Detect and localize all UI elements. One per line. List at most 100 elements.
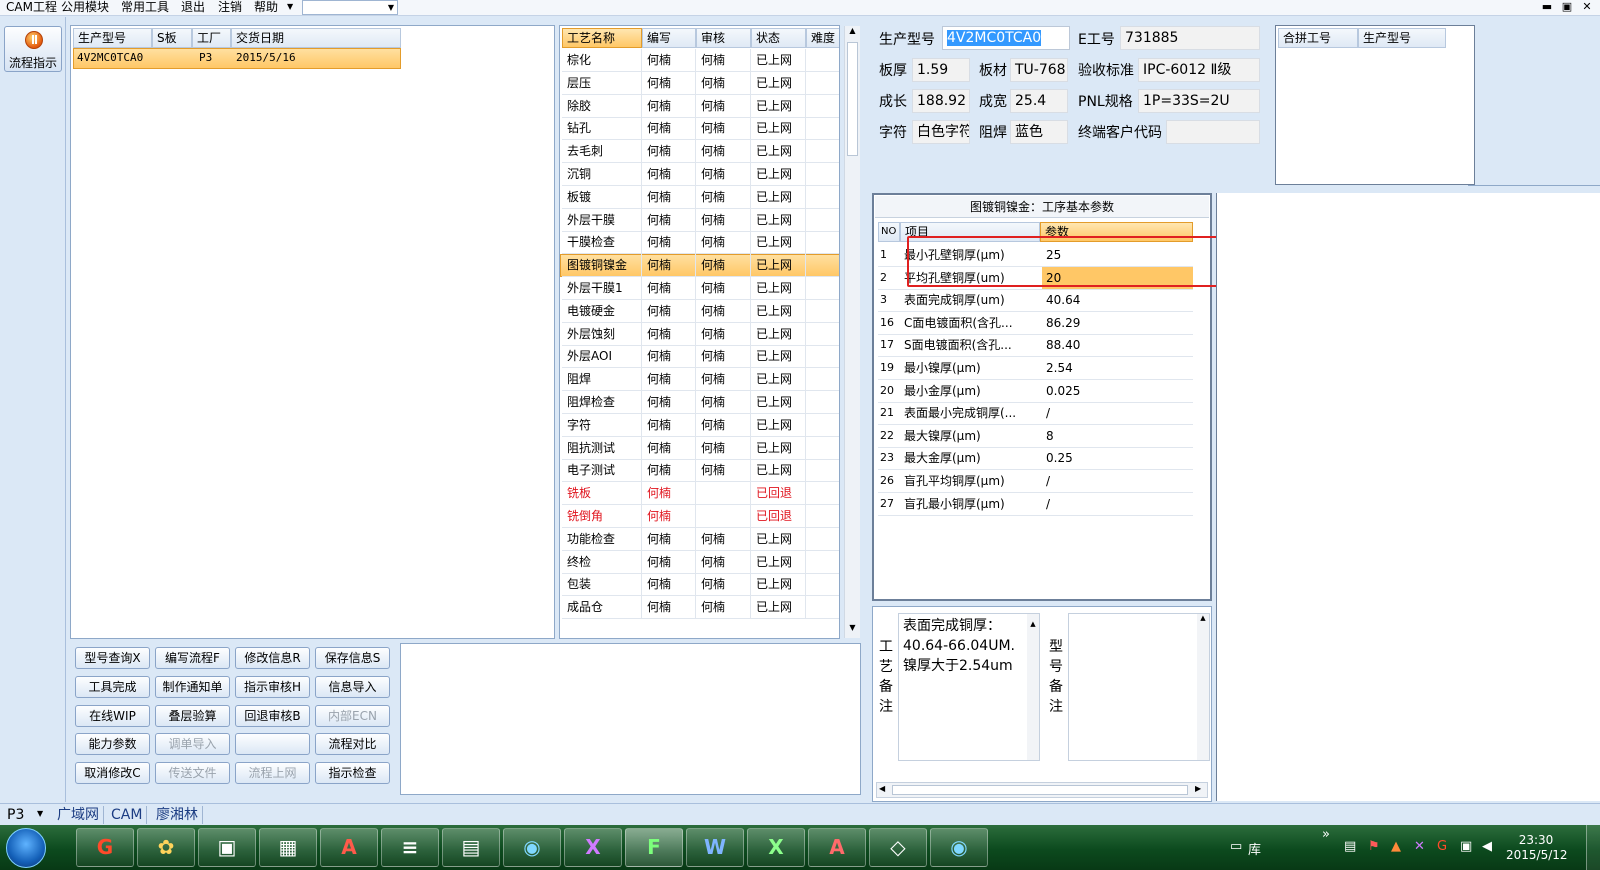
folder-icon[interactable]: ▭ (1230, 839, 1242, 854)
eye-app2-icon[interactable]: ◉ (930, 828, 988, 867)
write-flow-button[interactable]: 编写流程F (155, 647, 230, 669)
process-scrollbar[interactable]: ▲ ▼ (844, 26, 860, 638)
menu-public-module[interactable]: 公用模块 (61, 0, 109, 14)
clock[interactable]: 23:30 2015/5/12 (1506, 833, 1568, 863)
col-header-factory[interactable]: 工厂 (192, 28, 231, 48)
col-header-reviewer[interactable]: 审核 (696, 28, 751, 48)
rollback-review-button[interactable]: 回退审核B (235, 705, 310, 727)
table-row[interactable]: 16 C面电镀面积(含孔... 86.29 (878, 312, 1193, 335)
length-field[interactable]: 188.92 (912, 89, 970, 113)
info-import-button[interactable]: 信息导入 (315, 676, 390, 698)
menu-common-tools[interactable]: 常用工具 (121, 0, 169, 14)
process-note-text[interactable]: 表面完成铜厚： 40.64-66.04UM. 镍厚大于2.54um ▲ (898, 613, 1040, 761)
flow-online-button[interactable]: 流程上网 (235, 762, 310, 784)
width-field[interactable]: 25.4 (1010, 89, 1068, 113)
volume-icon[interactable]: ◀ (1482, 839, 1492, 854)
tool-complete-button[interactable]: 工具完成 (75, 676, 150, 698)
col-header-difficulty[interactable]: 难度 (806, 28, 839, 48)
col-header-delivery-date[interactable]: 交货日期 (231, 28, 401, 48)
pdf-icon[interactable]: A (320, 828, 378, 867)
x-app-icon[interactable]: X (564, 828, 622, 867)
table-row[interactable]: 20 最小金厚(μm) 0.025 (878, 380, 1193, 403)
scroll-down-icon[interactable]: ▼ (845, 623, 860, 637)
document-icon[interactable]: ▤ (442, 828, 500, 867)
calculator-icon[interactable]: ▦ (259, 828, 317, 867)
solder-mask-field[interactable]: 蓝色 (1010, 120, 1068, 144)
send-file-button[interactable]: 传送文件 (155, 762, 230, 784)
tray-app-icon[interactable]: ▤ (1344, 839, 1356, 854)
paper-icon[interactable]: ◇ (869, 828, 927, 867)
online-wip-button[interactable]: 在线WIP (75, 705, 150, 727)
e-number-field[interactable]: 731885 (1120, 26, 1260, 50)
menu-exit[interactable]: 退出 (181, 0, 205, 14)
col-header-merge-model[interactable]: 生产型号 (1358, 28, 1446, 48)
make-notice-button[interactable]: 制作通知单 (155, 676, 230, 698)
col-header-s-board[interactable]: S板 (152, 28, 192, 48)
indicator-check-button[interactable]: 指示检查 (315, 762, 390, 784)
tray-triangle-icon[interactable]: ▲ (1391, 839, 1401, 854)
indicator-review-button[interactable]: 指示审核H (235, 676, 310, 698)
menu-logout[interactable]: 注销 (218, 0, 242, 14)
acceptance-field[interactable]: IPC-6012 Ⅱ级 (1138, 58, 1260, 82)
table-row[interactable]: 19 最小镍厚(μm) 2.54 (878, 357, 1193, 380)
table-row[interactable]: 23 最大金厚(μm) 0.25 (878, 447, 1193, 471)
minimize-icon[interactable]: ▬ (1538, 0, 1556, 14)
shell-icon[interactable]: ✿ (137, 828, 195, 867)
model-field[interactable]: 4V2MC0TCA0 (942, 26, 1070, 50)
scroll-up-icon[interactable]: ▲ (845, 26, 860, 40)
scroll-right-icon[interactable]: ▶ (1195, 784, 1201, 793)
blank-button[interactable] (235, 733, 310, 755)
factory-selector[interactable]: P3 (7, 807, 24, 823)
note-scrollbar[interactable]: ▲ (1197, 614, 1209, 760)
col-header-merge-number[interactable]: 合拼工号 (1278, 28, 1358, 48)
tray-g-icon[interactable]: G (1437, 839, 1447, 854)
col-header-model[interactable]: 生产型号 (73, 28, 152, 48)
cancel-modify-button[interactable]: 取消修改C (75, 762, 150, 784)
model-query-button[interactable]: 型号查询X (75, 647, 150, 669)
character-field[interactable]: 白色字符 (912, 120, 970, 144)
col-header-no[interactable]: NO (878, 222, 900, 242)
tray-flag-icon[interactable]: ⚑ (1368, 839, 1380, 854)
table-row[interactable]: 3 表面完成铜厚(um) 40.64 (878, 289, 1193, 313)
flow-indicator-button[interactable]: 流程指示 (4, 26, 62, 72)
f-app-icon[interactable]: F (625, 828, 683, 867)
modify-info-button[interactable]: 修改信息R (235, 647, 310, 669)
customer-code-field[interactable] (1166, 120, 1260, 144)
eye-app-icon[interactable]: ◉ (503, 828, 561, 867)
show-desktop-button[interactable] (1586, 825, 1600, 870)
network-icon[interactable]: ▣ (1460, 839, 1472, 854)
table-row[interactable]: 22 最大镍厚(μm) 8 (878, 425, 1193, 448)
model-note-text[interactable]: ▲ (1068, 613, 1210, 761)
app-g-icon[interactable]: G (76, 828, 134, 867)
table-row[interactable]: 21 表面最小完成铜厚(... / (878, 402, 1193, 426)
chevron-down-icon[interactable]: ▼ (37, 809, 43, 818)
save-info-button[interactable]: 保存信息S (315, 647, 390, 669)
tray-x-icon[interactable]: ✕ (1414, 839, 1425, 854)
thickness-field[interactable]: 1.59 (912, 58, 970, 82)
internal-ecn-button[interactable]: 内部ECN (315, 705, 390, 727)
help-dropdown-icon[interactable]: ▼ (287, 0, 293, 14)
table-row[interactable]: 17 S面电镀面积(含孔... 88.40 (878, 334, 1193, 358)
table-row[interactable]: 27 盲孔最小铜厚(μm) / (878, 493, 1193, 516)
acrobat-icon[interactable]: A (808, 828, 866, 867)
stack-check-button[interactable]: 叠层验算 (155, 705, 230, 727)
table-row[interactable]: 26 盲孔平均铜厚(μm) / (878, 470, 1193, 493)
col-header-process-name[interactable]: 工艺名称 (562, 28, 642, 48)
close-icon[interactable]: ✕ (1578, 0, 1596, 14)
order-import-button[interactable]: 调单导入 (155, 733, 230, 755)
scroll-thumb[interactable] (892, 785, 1188, 795)
excel-icon[interactable]: X (747, 828, 805, 867)
tray-library-label[interactable]: 库 (1248, 839, 1261, 858)
tray-expand-icon[interactable]: » (1322, 827, 1330, 842)
col-header-author[interactable]: 编写 (642, 28, 696, 48)
capability-params-button[interactable]: 能力参数 (75, 733, 150, 755)
scroll-thumb[interactable] (847, 42, 858, 156)
restore-icon[interactable]: ▣ (1558, 0, 1576, 14)
flow-compare-button[interactable]: 流程对比 (315, 733, 390, 755)
save-disk-icon[interactable]: ▣ (198, 828, 256, 867)
scroll-left-icon[interactable]: ◀ (879, 784, 885, 793)
notes-horizontal-scrollbar[interactable]: ◀ ▶ (876, 782, 1208, 798)
message-box[interactable] (400, 643, 861, 795)
menu-cam-project[interactable]: CAM工程 (6, 0, 57, 14)
word-icon[interactable]: W (686, 828, 744, 867)
